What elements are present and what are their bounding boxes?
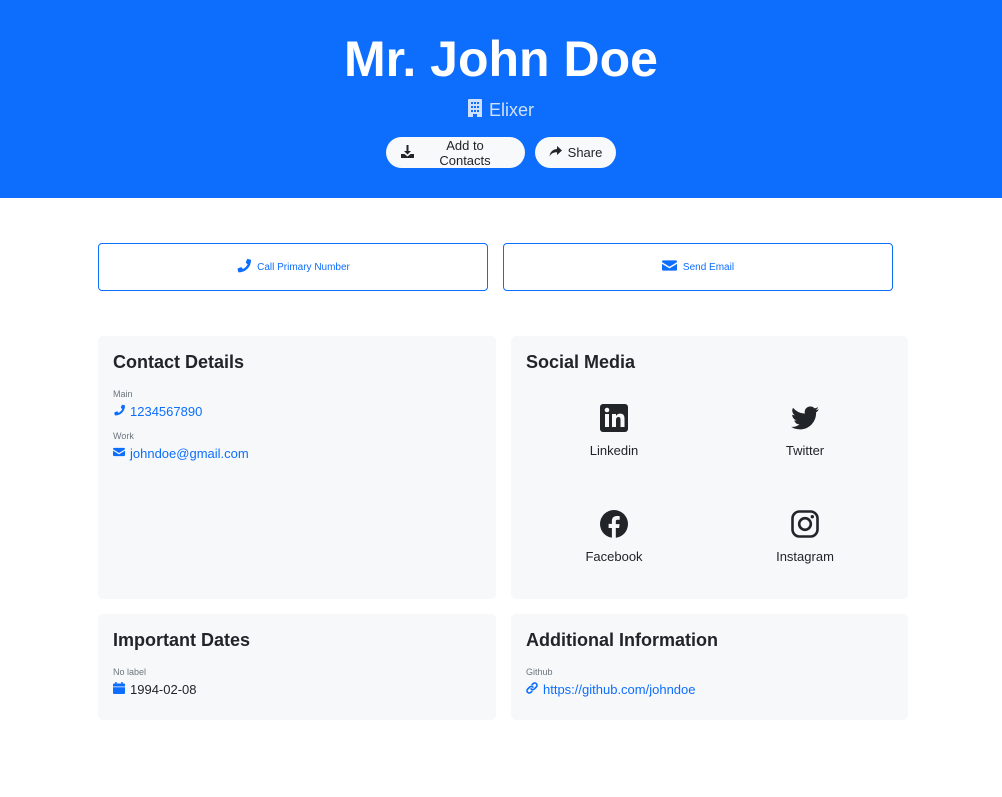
profile-header: Mr. John Doe Elixer Add to Contacts Shar… (0, 0, 1002, 198)
twitter-icon (745, 403, 865, 433)
contact-details-card: Contact Details Main 1234567890 Work joh… (98, 336, 496, 599)
date-field: No label 1994-02-08 (113, 666, 197, 699)
twitter-label: Twitter (785, 443, 825, 458)
work-email-row: johndoe@gmail.com (113, 445, 249, 463)
github-field: Github https://github.com/johndoe (526, 666, 696, 699)
send-email-button[interactable]: Send Email (503, 243, 893, 291)
phone-icon (113, 403, 125, 421)
work-email-label: Work (113, 431, 134, 441)
header-actions: Add to Contacts Share (0, 137, 1002, 168)
main-phone-label: Main (113, 389, 133, 399)
additional-information-card: Additional Information Github https://gi… (511, 614, 908, 720)
social-instagram[interactable]: Instagram (745, 509, 865, 565)
social-linkedin[interactable]: Linkedin (554, 403, 674, 459)
linkedin-label: Linkedin (589, 443, 639, 458)
phone-icon (236, 258, 252, 276)
company-line: Elixer (0, 98, 1002, 122)
send-email-label: Send Email (682, 261, 735, 273)
social-facebook[interactable]: Facebook (554, 509, 674, 565)
additional-information-title: Additional Information (526, 630, 718, 650)
social-twitter[interactable]: Twitter (745, 403, 865, 459)
call-primary-number-button[interactable]: Call Primary Number (98, 243, 488, 291)
instagram-label: Instagram (776, 549, 834, 564)
work-email-link[interactable]: johndoe@gmail.com (130, 445, 249, 463)
facebook-label: Facebook (585, 549, 643, 564)
link-icon (526, 681, 538, 699)
call-primary-number-label: Call Primary Number (257, 261, 350, 273)
calendar-icon (113, 681, 125, 699)
download-icon (401, 144, 414, 161)
github-link[interactable]: https://github.com/johndoe (543, 681, 696, 699)
add-to-contacts-button[interactable]: Add to Contacts (386, 137, 525, 168)
date-label: No label (113, 667, 147, 677)
important-dates-title: Important Dates (113, 630, 251, 650)
instagram-icon (745, 509, 865, 539)
contact-details-title: Contact Details (113, 352, 245, 372)
social-media-title: Social Media (526, 352, 636, 372)
share-label: Share (567, 145, 603, 160)
work-email-field: Work johndoe@gmail.com (113, 430, 249, 463)
add-to-contacts-label: Add to Contacts (439, 137, 491, 168)
share-icon (549, 145, 562, 161)
github-row: https://github.com/johndoe (526, 681, 696, 699)
building-icon (467, 98, 482, 122)
share-button[interactable]: Share (535, 137, 616, 168)
main-phone-link[interactable]: 1234567890 (130, 403, 202, 421)
linkedin-icon (554, 403, 674, 433)
date-value: 1994-02-08 (130, 682, 197, 697)
main-phone-field: Main 1234567890 (113, 388, 202, 421)
date-row: 1994-02-08 (113, 681, 197, 699)
company-name: Elixer (488, 99, 534, 120)
facebook-icon (554, 509, 674, 539)
important-dates-card: Important Dates No label 1994-02-08 (98, 614, 496, 720)
envelope-icon (113, 445, 125, 463)
social-media-card: Social Media Linkedin Twitter Facebook I… (511, 336, 908, 599)
main-phone-row: 1234567890 (113, 403, 202, 421)
envelope-icon (661, 258, 677, 276)
github-label: Github (526, 667, 553, 677)
contact-name: Mr. John Doe (344, 31, 658, 87)
